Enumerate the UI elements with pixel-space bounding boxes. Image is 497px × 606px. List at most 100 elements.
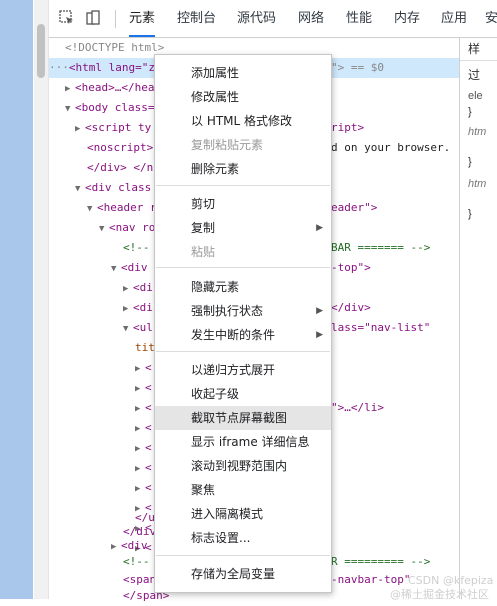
submenu-arrow-icon: ▶ (316, 330, 323, 340)
scrollbar-thumb[interactable] (37, 24, 45, 78)
div-child-node[interactable]: ▶ <di (123, 278, 153, 298)
expand-triangle-icon[interactable]: ▶ (75, 119, 85, 139)
styles-tab[interactable]: 样 (460, 38, 497, 61)
collapse-triangle-icon[interactable]: ▼ (87, 199, 97, 219)
expand-triangle-icon[interactable]: ▶ (135, 379, 145, 399)
menu-item-expand-recursively[interactable]: 以递归方式展开 (155, 358, 331, 382)
menu-item-cut[interactable]: 剪切 (155, 192, 331, 216)
devtools-toolbar: 元素 控制台 源代码 网络 性能 内存 应用 安 (49, 0, 497, 38)
expand-triangle-icon[interactable]: ▶ (135, 419, 145, 439)
html-tag-end: "> == $0 (331, 61, 384, 74)
body-node[interactable]: ▼ <body class= (65, 98, 154, 118)
div-top-node[interactable]: ▼ <div (111, 258, 148, 278)
menu-item-delete-element[interactable]: 删除元素 (155, 157, 331, 181)
toolbar-separator (115, 10, 116, 28)
menu-item-capture-node-screenshot[interactable]: 截取节点屏幕截图 (155, 406, 331, 430)
menu-item-copy[interactable]: 复制 ▶ (155, 216, 331, 240)
div-top-node-tail: -top"> (331, 261, 371, 274)
menu-separator (156, 185, 330, 186)
comment-node-tail: BAR ======= --> (331, 241, 431, 254)
submenu-arrow-icon: ▶ (316, 223, 323, 233)
li-node[interactable]: ▶ < (135, 358, 152, 378)
tab-security[interactable]: 安 (485, 0, 497, 37)
context-menu: 添加属性 修改属性 以 HTML 格式修改 复制粘贴元素 删除元素 剪切 复制 ▶… (154, 54, 332, 593)
vertical-scrollbar[interactable] (34, 0, 49, 599)
doctype-line[interactable]: <!DOCTYPE html> (65, 38, 164, 58)
html-open-tag: <html lang="zh (68, 61, 162, 74)
menu-item-edit-as-html[interactable]: 以 HTML 格式修改 (155, 109, 331, 133)
ul-node[interactable]: ▼ <ul (123, 318, 153, 338)
expand-triangle-icon[interactable]: ▶ (123, 299, 133, 319)
style-brace: } (468, 156, 472, 168)
expand-triangle-icon[interactable]: ▶ (135, 459, 145, 479)
collapse-triangle-icon[interactable]: ▼ (75, 179, 85, 199)
div-class-node[interactable]: ▼ <div class (75, 178, 151, 198)
li-node[interactable]: ▶ < (135, 398, 152, 418)
div-child-node[interactable]: ▶ <di (123, 298, 153, 318)
head-node[interactable]: ▶ <head>…</hea (65, 78, 154, 98)
device-toolbar-icon[interactable] (85, 10, 101, 26)
style-brace: } (468, 208, 472, 220)
menu-item-break-on[interactable]: 发生中断的条件 ▶ (155, 323, 331, 347)
script-node[interactable]: ▶ <script ty (75, 118, 151, 138)
menu-item-hide-element[interactable]: 隐藏元素 (155, 275, 331, 299)
collapse-triangle-icon[interactable]: ▼ (65, 99, 75, 119)
li-node[interactable]: ▶ < (135, 378, 152, 398)
menu-item-duplicate-element: 复制粘贴元素 (191, 138, 264, 152)
comment-node[interactable]: <!-- (123, 238, 150, 258)
styles-sidebar: 样 过 ele } htm } htm } (459, 38, 497, 599)
header-node[interactable]: ▼ <header r (87, 198, 157, 218)
tab-elements[interactable]: 元素 (129, 0, 156, 37)
expand-triangle-icon[interactable]: ▶ (135, 479, 145, 499)
tab-network[interactable]: 网络 (298, 0, 324, 37)
tab-performance[interactable]: 性能 (346, 0, 372, 37)
li-node[interactable]: ▶ < (135, 418, 152, 438)
menu-item-add-attribute[interactable]: 添加属性 (155, 61, 331, 85)
menu-item-focus[interactable]: 聚焦 (155, 478, 331, 502)
expand-triangle-icon[interactable]: ▶ (111, 537, 121, 557)
expand-triangle-icon[interactable]: ▶ (135, 439, 145, 459)
menu-item-scroll-into-view[interactable]: 滚动到视野范围内 (155, 454, 331, 478)
li-node-tail: ">…</li> (331, 401, 384, 414)
menu-item-collapse-children[interactable]: 收起子级 (155, 382, 331, 406)
tab-console[interactable]: 控制台 (177, 0, 216, 37)
collapse-triangle-icon[interactable]: ▼ (123, 319, 133, 339)
style-source: htm (468, 178, 487, 190)
ul-node-tail: lass="nav-list" (331, 321, 431, 334)
inspect-element-icon[interactable] (59, 10, 75, 26)
menu-item-edit-attribute[interactable]: 修改属性 (155, 85, 331, 109)
menu-item-force-state[interactable]: 强制执行状态 ▶ (155, 299, 331, 323)
header-node-tail: eader"> (331, 201, 378, 214)
expand-triangle-icon[interactable]: ▶ (135, 399, 145, 419)
page-edge (0, 0, 33, 599)
expand-triangle-icon[interactable]: ▶ (123, 279, 133, 299)
menu-separator (156, 351, 330, 352)
tab-application[interactable]: 应用 (441, 0, 467, 37)
menu-item-paste: 粘贴 (191, 245, 216, 259)
menu-item-store-as-global[interactable]: 存储为全局变量 (155, 562, 331, 586)
div-close-line[interactable]: </div> </n (87, 158, 153, 178)
expand-triangle-icon[interactable]: ▶ (65, 79, 75, 99)
element-style-label: ele (468, 90, 483, 102)
filter-label[interactable]: 过 (468, 66, 480, 83)
tab-sources[interactable]: 源代码 (237, 0, 276, 37)
li-node[interactable]: ▶ < (135, 478, 152, 498)
tab-memory[interactable]: 内存 (394, 0, 420, 37)
menu-item-badge-settings[interactable]: 标志设置... (155, 526, 331, 550)
nav-node[interactable]: ▼ <nav ro (99, 218, 155, 238)
submenu-arrow-icon: ▶ (316, 306, 323, 316)
expand-triangle-icon[interactable]: ▶ (135, 359, 145, 379)
menu-separator (156, 555, 330, 556)
collapse-triangle-icon[interactable]: ▼ (111, 259, 121, 279)
li-node[interactable]: ▶ < (135, 438, 152, 458)
li-node[interactable]: ▶ < (135, 458, 152, 478)
comment-node[interactable]: <!-- (123, 552, 150, 572)
menu-item-show-iframe-details[interactable]: 显示 iframe 详细信息 (155, 430, 331, 454)
collapse-triangle-icon[interactable]: ▼ (99, 219, 109, 239)
noscript-node[interactable]: <noscript> (87, 138, 153, 158)
style-brace: } (468, 106, 472, 118)
style-source: htm (468, 126, 487, 138)
comment-node-tail: R ========= --> (331, 555, 431, 568)
menu-item-enter-isolation-mode[interactable]: 进入隔离模式 (155, 502, 331, 526)
ul-attr-continuation: tit (135, 341, 155, 354)
